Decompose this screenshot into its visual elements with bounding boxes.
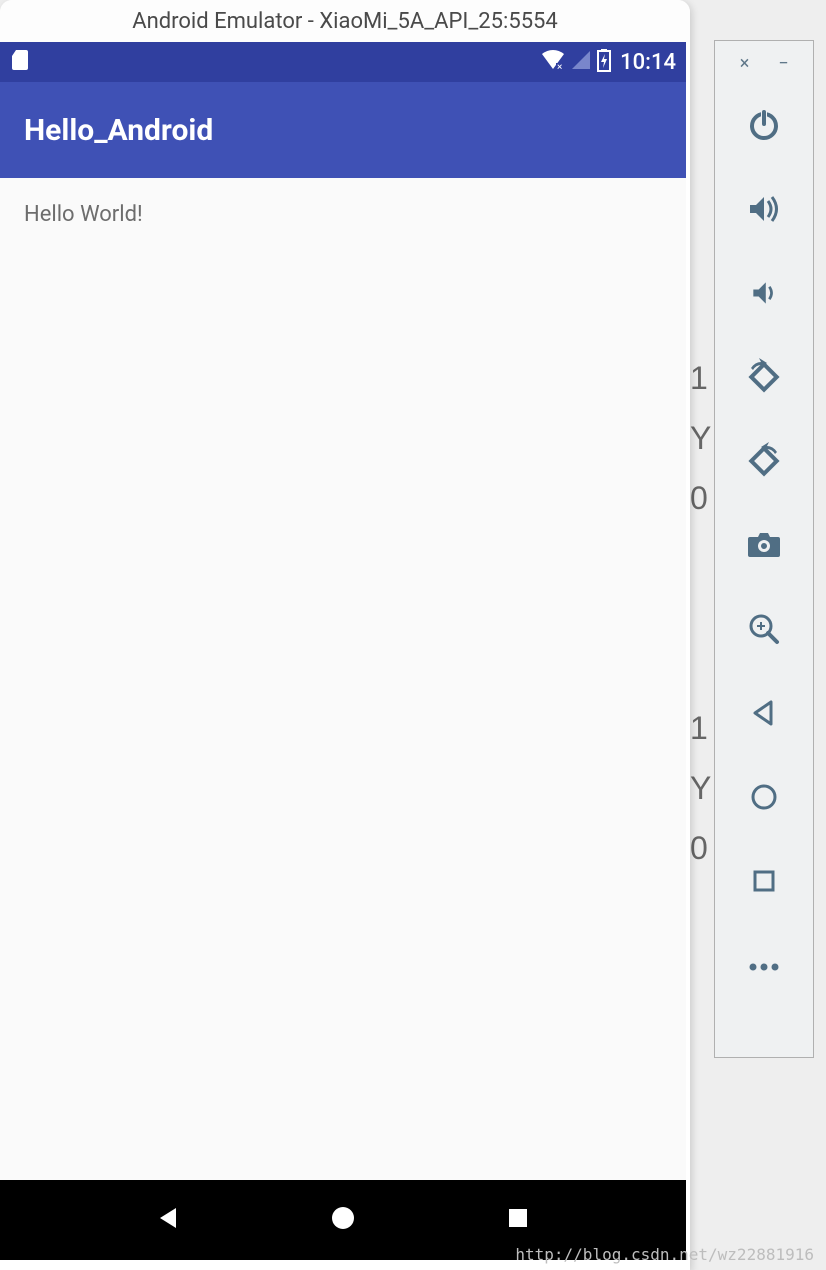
square-outline-icon: [750, 867, 778, 899]
volume-down-icon: [748, 277, 780, 313]
nav-recents-button[interactable]: [498, 1200, 538, 1240]
emulator-title-text: Android Emulator - XiaoMi_5A_API_25:5554: [132, 9, 558, 34]
app-content: Hello World!: [0, 178, 686, 1180]
volume-up-icon: [746, 191, 782, 231]
wifi-icon: ×: [540, 49, 566, 75]
close-icon: ×: [740, 53, 750, 74]
zoom-in-icon: [747, 612, 781, 650]
rotate-right-icon: [745, 442, 783, 484]
app-bar: Hello_Android: [0, 82, 686, 178]
battery-charging-icon: [596, 48, 612, 76]
square-recents-icon: [505, 1205, 531, 1235]
emulator-titlebar[interactable]: Android Emulator - XiaoMi_5A_API_25:5554: [0, 0, 690, 42]
hello-text: Hello World!: [24, 202, 143, 227]
emulator-back-button[interactable]: [734, 685, 794, 745]
app-title: Hello_Android: [24, 113, 213, 148]
background-fragment: Y: [690, 420, 711, 457]
rotate-left-button[interactable]: [734, 349, 794, 409]
sdcard-icon: [10, 48, 30, 76]
rotate-right-button[interactable]: [734, 433, 794, 493]
triangle-left-icon: [749, 698, 779, 732]
background-fragment: Y: [690, 770, 711, 807]
rotate-left-icon: [745, 358, 783, 400]
emulator-window: Android Emulator - XiaoMi_5A_API_25:5554…: [0, 0, 690, 1270]
circle-outline-icon: [749, 782, 779, 816]
volume-up-button[interactable]: [734, 181, 794, 241]
emulator-toolbar: × −: [714, 40, 814, 1058]
more-button[interactable]: [734, 937, 794, 997]
background-fragment: 1: [690, 360, 708, 397]
status-right: × 10:14: [540, 48, 676, 76]
volume-down-button[interactable]: [734, 265, 794, 325]
power-icon: [747, 108, 781, 146]
emulator-home-button[interactable]: [734, 769, 794, 829]
screenshot-button[interactable]: [734, 517, 794, 577]
status-left: [10, 48, 30, 76]
zoom-button[interactable]: [734, 601, 794, 661]
device-screen: × 10:14 Hello_Android Hello World!: [0, 42, 686, 1260]
status-time: 10:14: [620, 50, 676, 75]
android-status-bar[interactable]: × 10:14: [0, 42, 686, 82]
nav-home-button[interactable]: [323, 1200, 363, 1240]
emulator-overview-button[interactable]: [734, 853, 794, 913]
close-button[interactable]: ×: [735, 53, 755, 73]
circle-home-icon: [329, 1204, 357, 1236]
minimize-icon: −: [778, 53, 788, 74]
nav-back-button[interactable]: [148, 1200, 188, 1240]
camera-icon: [746, 529, 782, 565]
minimize-button[interactable]: −: [774, 53, 794, 73]
signal-icon: [570, 49, 592, 75]
power-button[interactable]: [734, 97, 794, 157]
triangle-back-icon: [154, 1204, 182, 1236]
more-horizontal-icon: [747, 958, 781, 977]
watermark: http://blog.csdn.net/wz22881916: [515, 1245, 814, 1264]
background-fragment: 0: [690, 480, 708, 517]
svg-text:×: ×: [557, 62, 562, 71]
background-fragment: 1: [690, 710, 708, 747]
background-fragment: 0: [690, 830, 708, 867]
